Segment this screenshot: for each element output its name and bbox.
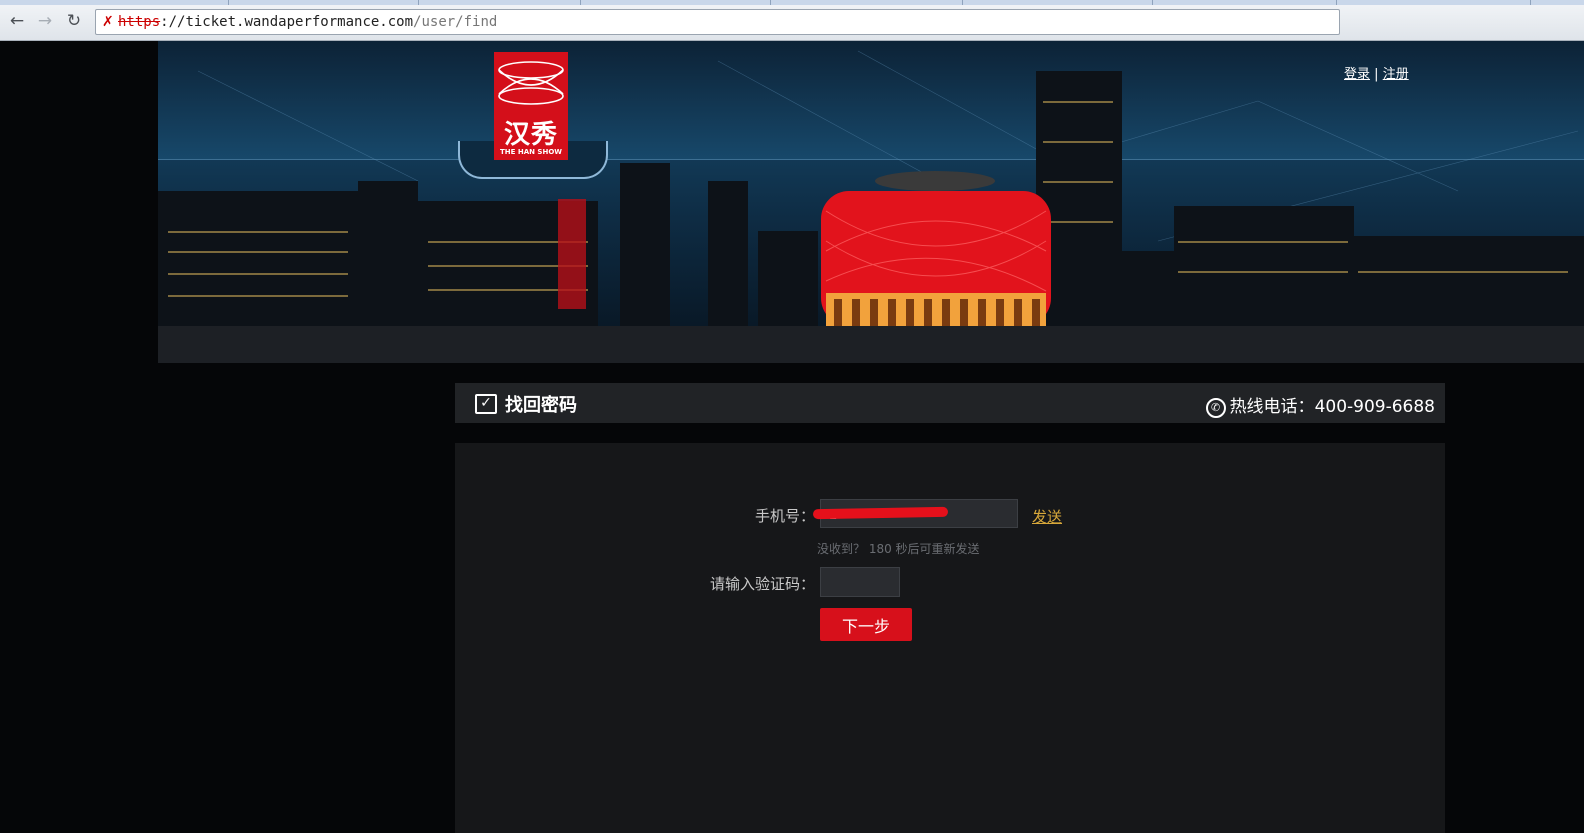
resend-hint: 没收到？ 180 秒后可重新发送	[817, 542, 980, 556]
login-link[interactable]: 登录	[1344, 67, 1370, 82]
logo-english-text: THE HAN SHOW	[500, 148, 562, 156]
auth-separator: |	[1374, 67, 1379, 82]
register-link[interactable]: 注册	[1383, 67, 1409, 82]
url-host: ://ticket.wandaperformance.com	[160, 14, 414, 30]
section-title-bar: ✓ 找回密码 ✆ 热线电话：400-909-6688	[455, 383, 1445, 423]
tab-strip	[0, 0, 1584, 5]
han-show-logo[interactable]: 汉秀 THE HAN SHOW	[494, 52, 568, 160]
auth-links: 登录 | 注册	[1344, 63, 1409, 82]
verification-code-input[interactable]	[820, 567, 900, 597]
hotline: ✆ 热线电话：400-909-6688	[1205, 392, 1435, 418]
address-bar[interactable]: ✗ https://ticket.wandaperformance.com/us…	[95, 9, 1340, 35]
phone-icon: ✆	[1205, 398, 1226, 418]
code-label: 请输入验证码：	[709, 575, 815, 593]
page-title: 找回密码	[505, 395, 577, 416]
send-code-link[interactable]: 发送	[1032, 506, 1062, 527]
url-path: /user/find	[413, 14, 498, 30]
address-url: https://ticket.wandaperformance.com/user…	[118, 10, 497, 34]
password-recovery-form: 手机号： 发送 没收到？ 180 秒后可重新发送 请输入验证码： 下一步	[455, 443, 1445, 833]
hotline-label: 热线电话：	[1229, 397, 1315, 417]
header-banner: 汉秀 THE HAN SHOW 登录 | 注册	[158, 41, 1584, 363]
checkbox-icon: ✓	[475, 394, 497, 414]
back-icon[interactable]: ←	[6, 10, 28, 32]
forward-icon[interactable]: →	[34, 10, 56, 32]
logo-rings-icon	[498, 61, 564, 105]
reload-icon[interactable]: ↻	[63, 10, 85, 32]
url-scheme: https	[118, 14, 161, 30]
city-skyline-illustration	[158, 50, 1584, 363]
insecure-lock-icon: ✗	[102, 14, 114, 30]
phone-label: 手机号：	[754, 507, 815, 525]
next-step-button[interactable]: 下一步	[820, 608, 912, 641]
browser-toolbar: ← → ↻ ✗ https://ticket.wandaperformance.…	[0, 0, 1584, 41]
hotline-number: 400-909-6688	[1314, 397, 1435, 417]
logo-chinese-text: 汉秀	[503, 120, 558, 150]
